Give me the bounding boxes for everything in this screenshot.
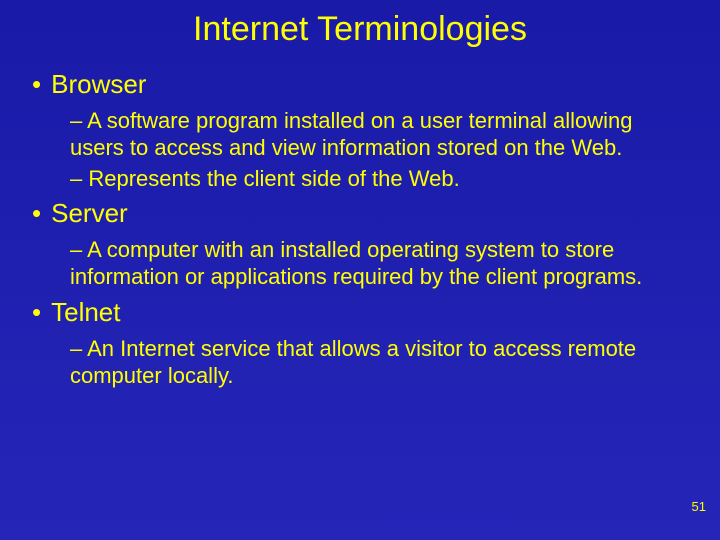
slide-content: • Browser – A software program installed… — [0, 69, 720, 390]
bullet-icon: • — [32, 198, 41, 229]
term-label: Telnet — [51, 297, 120, 328]
definition-item: – An Internet service that allows a visi… — [70, 336, 678, 390]
slide-title: Internet Terminologies — [0, 0, 720, 63]
definition-item: – A software program installed on a user… — [70, 108, 678, 162]
term-details: – A computer with an installed operating… — [32, 237, 688, 291]
term-details: – An Internet service that allows a visi… — [32, 336, 688, 390]
term-label: Server — [51, 198, 128, 229]
definition-item: – A computer with an installed operating… — [70, 237, 678, 291]
term-details: – A software program installed on a user… — [32, 108, 688, 192]
page-number: 51 — [692, 499, 706, 514]
bullet-icon: • — [32, 69, 41, 100]
term-heading: • Browser — [32, 69, 688, 100]
bullet-icon: • — [32, 297, 41, 328]
term-label: Browser — [51, 69, 146, 100]
definition-item: – Represents the client side of the Web. — [70, 166, 678, 193]
term-heading: • Telnet — [32, 297, 688, 328]
term-heading: • Server — [32, 198, 688, 229]
